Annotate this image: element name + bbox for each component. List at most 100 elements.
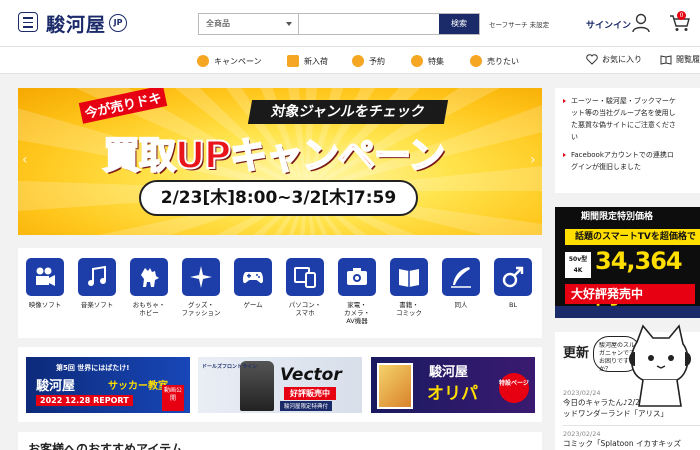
promo-badge: 特設ページ <box>499 373 529 403</box>
category-toys[interactable]: おもちゃ・ ホビー <box>123 258 175 317</box>
promo-sale: 好評販売中 <box>284 387 336 400</box>
category-label: 家電・ カメラ・ AV機器 <box>344 301 370 325</box>
promo-tag: サッカー教室 <box>108 381 168 392</box>
notice-panel: エーツー・駿河屋・ブックマーケ ット等の当社グループ名を使用し た悪質な偽サイト… <box>555 88 700 193</box>
promo-oripa-banner[interactable]: 駿河屋 オリパ 特設ページ <box>371 357 535 413</box>
search-bar: 全商品 検索 <box>198 13 480 35</box>
hamburger-menu-icon[interactable] <box>18 12 38 32</box>
category-grid: 映像ソフト 音楽ソフト おもちゃ・ ホビー グッズ・ ファッション ゲーム パソ… <box>18 248 542 338</box>
nav-item-sell[interactable]: 売りたい <box>470 54 519 68</box>
tv-size: 50v型 <box>568 256 588 263</box>
devices-icon <box>286 258 324 296</box>
promo-title: オリパ <box>427 384 478 404</box>
signin-link[interactable]: サインイン <box>586 18 631 31</box>
movie-camera-icon <box>26 258 64 296</box>
promo-title: Vector <box>280 365 342 385</box>
category-goods[interactable]: グッズ・ ファッション <box>175 258 227 317</box>
promo-soccer-banner[interactable]: 第5回 世界にはばたけ! 駿河屋 サッカー教室 2022 12.28 REPOR… <box>26 357 190 413</box>
logo-jp-badge: JP <box>109 14 128 32</box>
search-input[interactable] <box>300 14 439 34</box>
recommend-title: お客様へのおすすめアイテム <box>28 442 183 450</box>
notice-item[interactable]: Facebookアカウントでの連携ロ グインが復旧しました <box>563 149 700 173</box>
nav-item-features[interactable]: 特集 <box>411 54 444 68</box>
category-label: 同人 <box>454 301 468 309</box>
hero-subtitle: 対象ジャンルをチェック <box>247 100 449 124</box>
category-label: BL <box>508 301 518 309</box>
male-symbol-icon <box>494 258 532 296</box>
recommend-section: お客様へのおすすめアイテム <box>18 432 542 450</box>
category-label: グッズ・ ファッション <box>181 301 221 317</box>
nav-item-label: 新入荷 <box>304 56 328 66</box>
history-link[interactable]: 閲覧履 <box>660 54 700 65</box>
mascot-cat-icon[interactable] <box>617 322 700 408</box>
sparkle-icon <box>182 258 220 296</box>
category-game[interactable]: ゲーム <box>227 258 279 309</box>
book-open-icon <box>660 55 672 65</box>
search-category-select[interactable]: 全商品 <box>199 14 299 34</box>
promo-banner-row: 第5回 世界にはばたけ! 駿河屋 サッカー教室 2022 12.28 REPOR… <box>18 347 542 422</box>
notice-item[interactable]: エーツー・駿河屋・ブックマーケ ット等の当社グループ名を使用し た悪質な偽サイト… <box>563 95 700 143</box>
carousel-prev-icon[interactable]: ‹ <box>22 152 32 168</box>
cart-count-badge: 0 <box>677 11 686 20</box>
category-nav: キャンペーン 新入荷 予約 特集 売りたい お気に入り 閲覧履 <box>0 47 700 74</box>
category-label: ゲーム <box>243 301 263 309</box>
nav-item-label: キャンペーン <box>214 56 262 66</box>
gamepad-icon <box>234 258 272 296</box>
category-label: おもちゃ・ ホビー <box>132 301 166 317</box>
promo-vector-banner[interactable]: ドールズフロントライン Vector 好評販売中 駿河屋限定特典付 <box>198 357 362 413</box>
category-label: パソコン・ スマホ <box>288 301 322 317</box>
category-video[interactable]: 映像ソフト <box>19 258 71 309</box>
promo-logo: 駿河屋 <box>36 379 76 394</box>
notice-line: た悪質な偽サイトにご注意くださ <box>571 121 676 129</box>
category-label: 音楽ソフト <box>80 301 114 309</box>
favorites-label: お気に入り <box>602 55 642 64</box>
promo-ribbon: 動画公開 <box>162 385 184 411</box>
site-logo[interactable]: 駿河屋 JP <box>46 8 128 38</box>
history-label: 閲覧履 <box>676 55 700 64</box>
category-music[interactable]: 音楽ソフト <box>71 258 123 309</box>
category-doujin[interactable]: 同人 <box>435 258 487 309</box>
nav-item-label: 特集 <box>428 56 444 66</box>
buy-icon <box>470 55 482 67</box>
user-icon[interactable] <box>632 13 650 33</box>
pen-icon <box>442 258 480 296</box>
tv-sale-label: 大好評発売中 <box>565 284 695 304</box>
category-bl[interactable]: BL <box>487 258 539 309</box>
heart-icon <box>586 54 598 65</box>
tv-banner-head: 期間限定特別価格 <box>555 209 700 222</box>
category-books[interactable]: 書籍・ コミック <box>383 258 435 317</box>
book-icon <box>390 258 428 296</box>
category-pc[interactable]: パソコン・ スマホ <box>279 258 331 317</box>
news-link[interactable]: コミック「Splatoon イカすキッズ <box>563 438 700 449</box>
nav-item-label: 売りたい <box>487 56 519 66</box>
promo-logo: ドールズフロントライン <box>202 364 258 370</box>
news-date: 2023/02/24 <box>563 430 601 438</box>
safe-search-link[interactable]: セーフサーチ 未設定 <box>489 19 549 29</box>
search-category-label: 全商品 <box>206 19 230 28</box>
news-link[interactable]: ッドワンダーランド「アリス」 <box>563 408 700 419</box>
carousel-next-icon[interactable]: › <box>530 152 540 168</box>
category-label: 映像ソフト <box>28 301 62 309</box>
card-image <box>377 363 413 409</box>
hero-banner[interactable]: 今が売りドキ 対象ジャンルをチェック 買取UPキャンペーン 2/23[木]8:0… <box>18 88 542 235</box>
favorites-link[interactable]: お気に入り <box>586 54 642 65</box>
new-icon <box>287 55 299 67</box>
promo-footer: 2022 12.28 REPORT <box>36 395 133 406</box>
music-note-icon <box>78 258 116 296</box>
tv-promo-banner[interactable]: 期間限定特別価格 話題のスマートTVを超価格で 50v型 4K 34,364円 … <box>555 207 700 318</box>
tv-banner-sub: 話題のスマートTVを超価格で <box>565 229 700 245</box>
notice-line: Facebookアカウントでの連携ロ <box>571 151 674 159</box>
category-appliances[interactable]: 家電・ カメラ・ AV機器 <box>331 258 383 325</box>
promo-footer: 駿河屋限定特典付 <box>280 401 333 411</box>
notice-line: エーツー・駿河屋・ブックマーケ <box>571 97 676 105</box>
camera-icon <box>338 258 376 296</box>
promo-heading: 第5回 世界にはばたけ! <box>56 364 130 372</box>
search-button[interactable]: 検索 <box>439 14 479 34</box>
notice-line: ット等の当社グループ名を使用し <box>571 109 676 117</box>
divider <box>563 425 700 426</box>
nav-item-campaign[interactable]: キャンペーン <box>197 54 262 68</box>
nav-item-new-arrivals[interactable]: 新入荷 <box>287 54 328 68</box>
calendar-icon <box>352 55 364 67</box>
nav-item-reservation[interactable]: 予約 <box>352 54 385 68</box>
notice-line: い <box>571 133 578 141</box>
